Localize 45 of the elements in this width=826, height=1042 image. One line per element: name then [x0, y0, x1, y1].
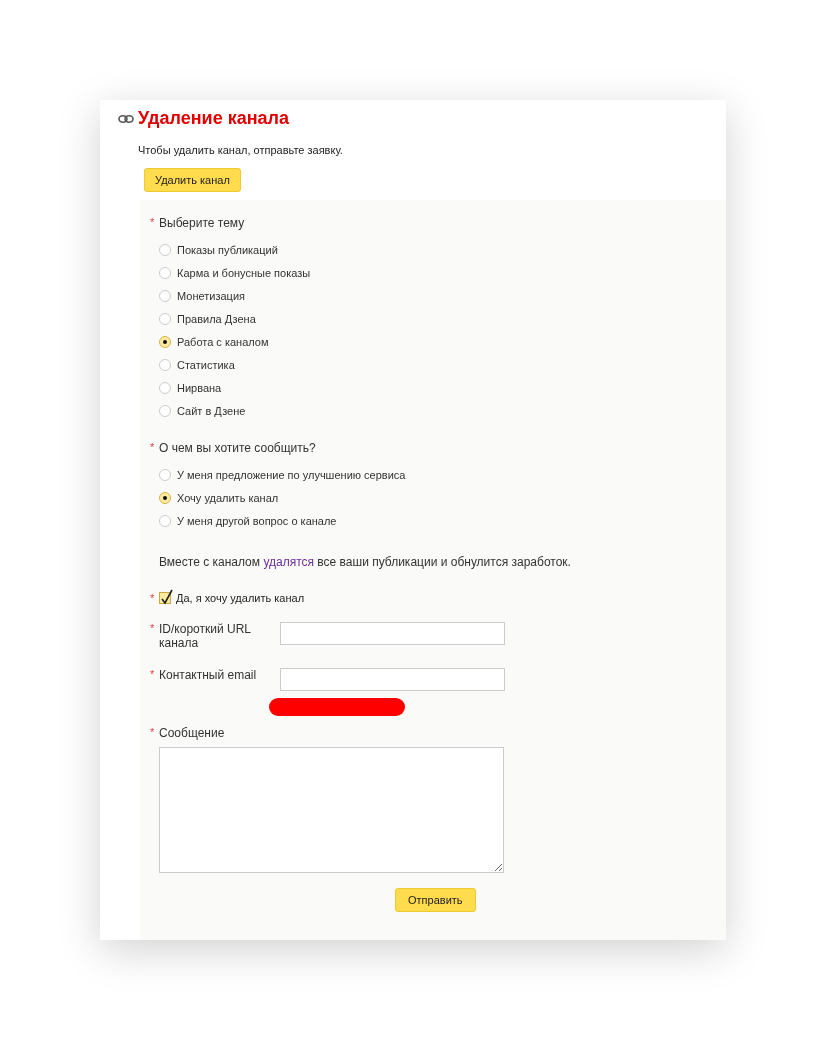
input-field[interactable]	[280, 668, 505, 691]
radio-button[interactable]	[159, 359, 171, 371]
radio-button[interactable]	[159, 405, 171, 417]
question-label: О чем вы хотите сообщить?	[159, 441, 316, 455]
option-label[interactable]: Хочу удалить канал	[177, 492, 279, 504]
message-field[interactable]	[159, 747, 504, 873]
question-label: Выберите тему	[159, 216, 245, 230]
link-icon	[118, 113, 134, 124]
radio-button[interactable]	[159, 515, 171, 527]
required-mark: *	[150, 668, 156, 680]
option-label[interactable]: Статистика	[177, 359, 235, 371]
radio-button[interactable]	[159, 244, 171, 256]
radio-button[interactable]	[159, 290, 171, 302]
option-label[interactable]: Сайт в Дзене	[177, 405, 246, 417]
field-label: Сообщение	[159, 726, 225, 740]
field-label: Контактный email	[159, 668, 258, 682]
deletion-link[interactable]: удалятся	[263, 555, 315, 569]
radio-button[interactable]	[159, 492, 171, 504]
submit-button[interactable]: Отправить	[395, 888, 476, 912]
required-mark: *	[150, 726, 156, 738]
option-label[interactable]: Нирвана	[177, 382, 222, 394]
intro-text: Чтобы удалить канал, отправьте заявку.	[138, 144, 344, 156]
warning-text: Вместе с каналом удалятся все ваши публикации и обнулится заработок.	[159, 555, 572, 569]
radio-button[interactable]	[159, 469, 171, 481]
required-mark: *	[150, 592, 156, 604]
radio-button[interactable]	[159, 267, 171, 279]
radio-button[interactable]	[159, 336, 171, 348]
option-label[interactable]: Монетизация	[177, 290, 245, 302]
option-label[interactable]: У меня другой вопрос о канале	[177, 515, 337, 527]
checkbox-label[interactable]: Да, я хочу удалить канал	[176, 592, 305, 604]
option-label[interactable]: Работа с каналом	[177, 336, 269, 348]
page-title: Удаление канала	[138, 108, 289, 129]
required-mark: *	[150, 216, 156, 228]
delete-channel-button[interactable]: Удалить канал	[144, 168, 241, 192]
option-label[interactable]: Правила Дзена	[177, 313, 256, 325]
option-label[interactable]: У меня предложение по улучшению сервиса	[177, 469, 406, 481]
input-field[interactable]	[280, 622, 505, 645]
radio-button[interactable]	[159, 313, 171, 325]
required-mark: *	[150, 622, 156, 634]
checkbox[interactable]	[159, 592, 171, 604]
radio-button[interactable]	[159, 382, 171, 394]
option-label[interactable]: Показы публикаций	[177, 244, 278, 256]
field-label: ID/короткий URL канала	[159, 622, 252, 650]
required-mark: *	[150, 441, 156, 453]
option-label[interactable]: Карма и бонусные показы	[177, 267, 311, 279]
